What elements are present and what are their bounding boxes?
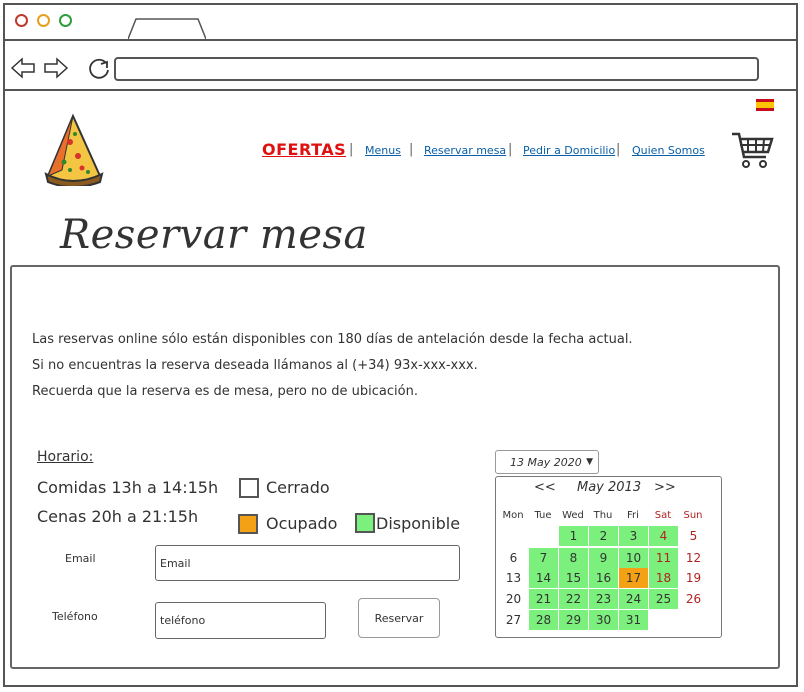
weekday-tue: Tue bbox=[534, 510, 552, 521]
info-line-1: Las reservas online sólo están disponibl… bbox=[32, 332, 633, 347]
calendar-month-label: May 2013 bbox=[577, 480, 642, 495]
email-label: Email bbox=[65, 552, 96, 565]
calendar-day[interactable]: 31 bbox=[619, 610, 648, 630]
browser-titlebar bbox=[5, 5, 796, 41]
calendar-day[interactable]: 13 bbox=[499, 568, 528, 588]
date-select-value: 13 May 2020 bbox=[510, 455, 582, 469]
weekday-wed: Wed bbox=[562, 510, 584, 521]
forward-arrow-icon[interactable] bbox=[43, 57, 69, 79]
weekday-sun: Sun bbox=[683, 510, 703, 521]
legend-disponible-label: Disponible bbox=[376, 514, 461, 533]
calendar-day[interactable]: 2 bbox=[589, 526, 618, 546]
weekday-thu: Thu bbox=[593, 510, 613, 521]
calendar-day[interactable]: 1 bbox=[559, 526, 588, 546]
email-field[interactable]: Email bbox=[155, 545, 460, 581]
shopping-cart-icon[interactable] bbox=[730, 131, 774, 169]
minimize-window-button[interactable] bbox=[37, 14, 50, 27]
nav-menus[interactable]: Menus bbox=[365, 144, 401, 157]
calendar-day[interactable]: 3 bbox=[619, 526, 648, 546]
calendar-day[interactable]: 16 bbox=[589, 568, 618, 588]
telefono-field[interactable]: teléfono bbox=[155, 602, 326, 639]
legend-ocupado-label: Ocupado bbox=[266, 514, 338, 533]
calendar-day[interactable]: 24 bbox=[619, 589, 648, 609]
date-select[interactable]: 13 May 2020 ▼ bbox=[495, 450, 599, 474]
calendar-day[interactable]: 9 bbox=[589, 548, 618, 568]
calendar-day[interactable]: 27 bbox=[499, 610, 528, 630]
nav-quien-somos[interactable]: Quien Somos bbox=[632, 144, 705, 157]
calendar-day[interactable]: 19 bbox=[679, 568, 708, 588]
maximize-window-button[interactable] bbox=[59, 14, 72, 27]
horario-comidas: Comidas 13h a 14:15h bbox=[37, 478, 219, 497]
calendar-day[interactable]: 7 bbox=[529, 548, 558, 568]
telefono-label: Teléfono bbox=[52, 610, 98, 623]
back-arrow-icon[interactable] bbox=[10, 57, 36, 79]
calendar-day[interactable]: 14 bbox=[529, 568, 558, 588]
browser-tab[interactable] bbox=[128, 18, 206, 39]
legend-ocupado-swatch bbox=[238, 514, 258, 534]
calendar-day[interactable]: 5 bbox=[679, 526, 708, 546]
calendar-day[interactable]: 11 bbox=[649, 548, 678, 568]
page-title: Reservar mesa bbox=[60, 212, 368, 258]
legend-disponible-swatch bbox=[355, 513, 375, 533]
nav-separator: | bbox=[349, 142, 354, 157]
nav-separator: | bbox=[409, 142, 414, 157]
info-line-2: Si no encuentras la reserva deseada llám… bbox=[32, 358, 478, 373]
nav-separator: | bbox=[508, 142, 513, 157]
calendar-day[interactable]: 18 bbox=[649, 568, 678, 588]
weekday-sat: Sat bbox=[654, 510, 672, 521]
horario-title: Horario: bbox=[37, 449, 94, 465]
address-bar[interactable] bbox=[114, 57, 759, 81]
pizza-logo-icon[interactable] bbox=[40, 112, 106, 186]
calendar-day[interactable]: 21 bbox=[529, 589, 558, 609]
weekday-fri: Fri bbox=[627, 510, 639, 521]
weekday-mon: Mon bbox=[502, 510, 524, 521]
reservar-button[interactable]: Reservar bbox=[358, 598, 440, 638]
calendar-day[interactable]: 8 bbox=[559, 548, 588, 568]
calendar-day[interactable]: 12 bbox=[679, 548, 708, 568]
calendar-day[interactable]: 28 bbox=[529, 610, 558, 630]
calendar-day[interactable]: 26 bbox=[679, 589, 708, 609]
horario-cenas: Cenas 20h a 21:15h bbox=[37, 507, 199, 526]
calendar-day[interactable]: 4 bbox=[649, 526, 678, 546]
email-field-value: Email bbox=[160, 556, 191, 570]
calendar-day[interactable]: 15 bbox=[559, 568, 588, 588]
nav-separator: | bbox=[616, 142, 621, 157]
calendar-day[interactable]: 30 bbox=[589, 610, 618, 630]
calendar-day[interactable]: 22 bbox=[559, 589, 588, 609]
chevron-down-icon: ▼ bbox=[586, 457, 593, 467]
reload-icon[interactable] bbox=[88, 57, 112, 81]
spain-flag-icon[interactable] bbox=[756, 99, 774, 111]
calendar-day[interactable]: 23 bbox=[589, 589, 618, 609]
calendar-next-button[interactable]: >> bbox=[654, 480, 676, 495]
nav-reservar-mesa[interactable]: Reservar mesa bbox=[424, 144, 506, 157]
nav-ofertas[interactable]: OFERTAS bbox=[262, 140, 346, 159]
info-line-3: Recuerda que la reserva es de mesa, pero… bbox=[32, 384, 418, 399]
calendar-day-occupied[interactable]: 17 bbox=[619, 568, 648, 588]
calendar-day[interactable]: 20 bbox=[499, 589, 528, 609]
calendar-day[interactable]: 6 bbox=[499, 548, 528, 568]
close-window-button[interactable] bbox=[15, 14, 28, 27]
calendar-day[interactable]: 25 bbox=[649, 589, 678, 609]
calendar-day[interactable]: 10 bbox=[619, 548, 648, 568]
legend-cerrado-label: Cerrado bbox=[266, 478, 330, 497]
nav-pedir-domicilio[interactable]: Pedir a Domicilio bbox=[523, 144, 615, 157]
calendar-day[interactable]: 29 bbox=[559, 610, 588, 630]
legend-cerrado-swatch bbox=[239, 478, 259, 498]
calendar-prev-button[interactable]: << bbox=[534, 480, 556, 495]
telefono-field-value: teléfono bbox=[160, 614, 206, 627]
